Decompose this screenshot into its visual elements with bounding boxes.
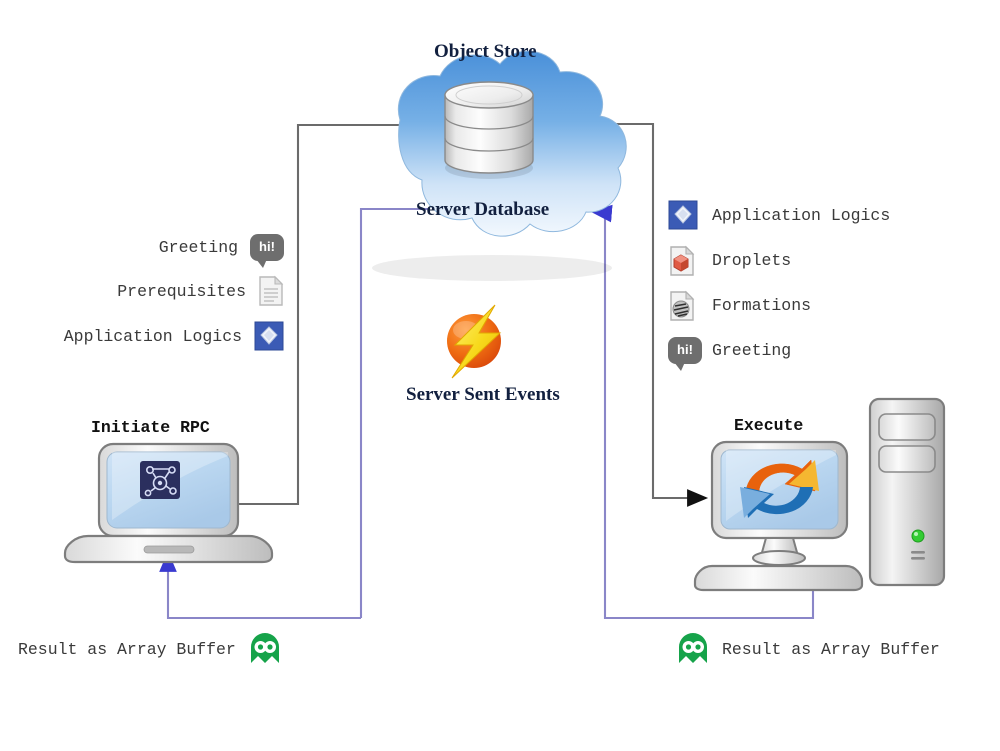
speech-bubble-text: hi! xyxy=(677,342,693,357)
green-monster-icon xyxy=(248,632,282,666)
diagram-canvas: Object Store Server Database Server Sent… xyxy=(0,0,1000,751)
database-cylinder-icon xyxy=(444,81,534,179)
speech-bubble-text: hi! xyxy=(259,238,275,254)
cloud-icon xyxy=(372,50,627,281)
lightning-bolt-icon xyxy=(447,304,502,379)
formations-document-icon xyxy=(668,290,704,322)
right-payload-item-application-logics: Application Logics xyxy=(668,192,890,238)
left-payload-item-application-logics: Application Logics xyxy=(20,314,284,358)
result-left: Result as Array Buffer xyxy=(18,632,282,666)
right-payload-label-greeting: Greeting xyxy=(712,341,792,360)
application-logics-icon xyxy=(668,200,704,230)
result-right: Result as Array Buffer xyxy=(676,632,940,666)
left-payload-item-prerequisites: Prerequisites xyxy=(20,268,284,314)
left-payload-item-greeting: Greeting hi! xyxy=(20,226,284,268)
server-database-label: Server Database xyxy=(416,199,550,220)
document-icon xyxy=(258,275,284,307)
right-payload-list: Application Logics Droplets Formations h… xyxy=(668,192,890,373)
left-payload-label-prerequisites: Prerequisites xyxy=(117,281,246,301)
connector-rail-to-laptop xyxy=(159,550,361,620)
laptop-icon xyxy=(63,442,274,564)
monitor-icon xyxy=(693,440,864,592)
right-payload-label-application-logics: Application Logics xyxy=(712,205,891,225)
green-monster-icon xyxy=(676,632,710,666)
left-payload-list: Greeting hi! Prerequisites Application L… xyxy=(20,226,284,358)
right-payload-label-formations: Formations xyxy=(712,296,812,315)
refresh-cycle-icon xyxy=(740,459,819,518)
object-store-label: Object Store xyxy=(434,41,537,62)
result-left-label: Result as Array Buffer xyxy=(18,639,236,659)
speech-bubble-hi-icon: hi! xyxy=(668,337,704,371)
connector-result-to-cloud-left xyxy=(359,207,430,618)
application-logics-icon xyxy=(254,321,284,351)
speech-bubble-hi-icon: hi! xyxy=(250,233,284,268)
initiate-rpc-label: Initiate RPC xyxy=(91,418,210,437)
right-payload-label-droplets: Droplets xyxy=(712,251,792,270)
droplets-document-icon xyxy=(668,245,704,277)
result-right-label: Result as Array Buffer xyxy=(722,639,940,659)
left-payload-label-greeting: Greeting xyxy=(158,237,238,257)
server-tower-icon xyxy=(868,397,946,587)
server-sent-events-label: Server Sent Events xyxy=(406,384,560,405)
left-payload-label-application-logics: Application Logics xyxy=(63,326,242,346)
right-payload-item-droplets: Droplets xyxy=(668,238,890,283)
right-payload-item-greeting: hi! Greeting xyxy=(668,328,890,373)
right-payload-item-formations: Formations xyxy=(668,283,890,328)
execute-label: Execute xyxy=(734,416,804,435)
